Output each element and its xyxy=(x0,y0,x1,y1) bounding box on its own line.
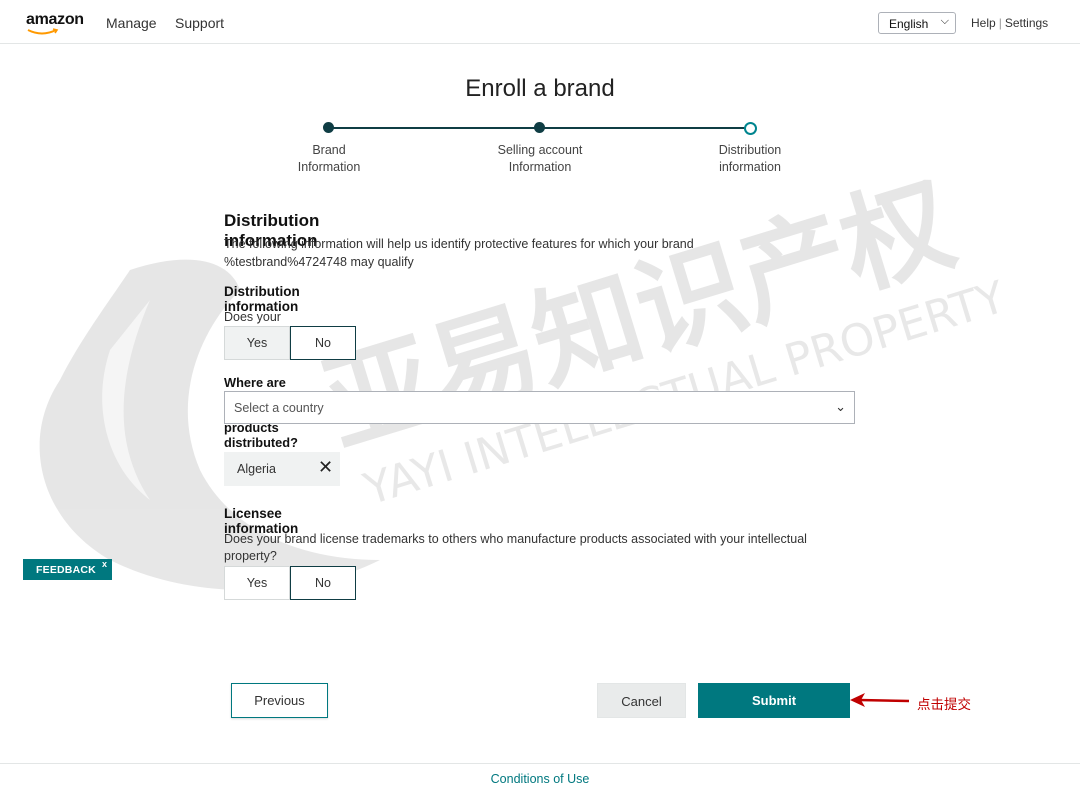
feedback-label: FEEDBACK xyxy=(36,564,96,576)
nav-support[interactable]: Support xyxy=(175,15,224,31)
previous-button[interactable]: Previous xyxy=(231,683,328,718)
annotation-text: 点击提交 xyxy=(917,697,971,713)
licensee-toggle: Yes No xyxy=(224,566,356,600)
feedback-button[interactable]: FEEDBACK x xyxy=(23,559,112,580)
licensee-yes-option[interactable]: Yes xyxy=(224,566,290,600)
step-label-distribution: Distribution information xyxy=(690,142,810,176)
step-label-line: Distribution xyxy=(718,143,782,157)
section-description: The following information will help us i… xyxy=(224,237,694,269)
top-header: amazon Manage Support English ⌵ Help | Set… xyxy=(0,0,1080,44)
distributors-no-option[interactable]: No xyxy=(290,326,356,360)
conditions-of-use-link[interactable]: Conditions of Use xyxy=(491,772,590,786)
step-label-line: Selling account xyxy=(497,143,583,157)
licensee-no-option[interactable]: No xyxy=(290,566,356,600)
chevron-down-icon: ⌄ xyxy=(835,399,846,414)
step-label-line: Information xyxy=(297,160,361,174)
close-icon[interactable]: ✕ xyxy=(318,457,333,478)
step-label-line: Brand xyxy=(312,143,346,157)
step-dot-selling-account xyxy=(534,122,545,133)
country-select-placeholder: Select a country xyxy=(234,401,324,415)
step-label-line: Information xyxy=(508,160,572,174)
amazon-logo[interactable]: amazon xyxy=(26,11,84,35)
divider: | xyxy=(998,16,1002,30)
distributors-yes-option[interactable]: Yes xyxy=(224,326,290,360)
footer: Conditions of Use xyxy=(0,772,1080,786)
header-links: Help | Settings xyxy=(971,16,1048,30)
language-select[interactable]: English ⌵ xyxy=(878,12,956,34)
logo-text: amazon xyxy=(26,11,84,28)
logo-smile-icon xyxy=(27,28,59,35)
page-title: Enroll a brand xyxy=(465,75,615,102)
chevron-down-icon: ⌵ xyxy=(940,15,949,27)
cancel-button[interactable]: Cancel xyxy=(597,683,686,718)
step-label-selling-account: Selling account Information xyxy=(480,142,600,176)
step-dot-brand xyxy=(323,122,334,133)
language-value: English xyxy=(889,17,929,31)
country-chip: Algeria ✕ xyxy=(224,452,340,486)
step-label-line: information xyxy=(719,160,781,174)
country-select[interactable]: Select a country ⌄ xyxy=(224,391,855,424)
help-link[interactable]: Help xyxy=(971,16,996,30)
settings-link[interactable]: Settings xyxy=(1005,16,1048,30)
feedback-close-icon[interactable]: x xyxy=(102,559,107,569)
annotation-arrow-icon xyxy=(850,693,910,707)
country-chip-label: Algeria xyxy=(237,462,276,476)
footer-divider xyxy=(0,763,1080,764)
nav-manage[interactable]: Manage xyxy=(106,15,157,31)
step-dot-distribution xyxy=(744,122,757,135)
submit-button[interactable]: Submit xyxy=(698,683,850,718)
distributors-toggle: Yes No xyxy=(224,326,356,360)
step-label-brand: Brand Information xyxy=(269,142,389,176)
licensee-question: Does your brand license trademarks to ot… xyxy=(224,532,807,563)
